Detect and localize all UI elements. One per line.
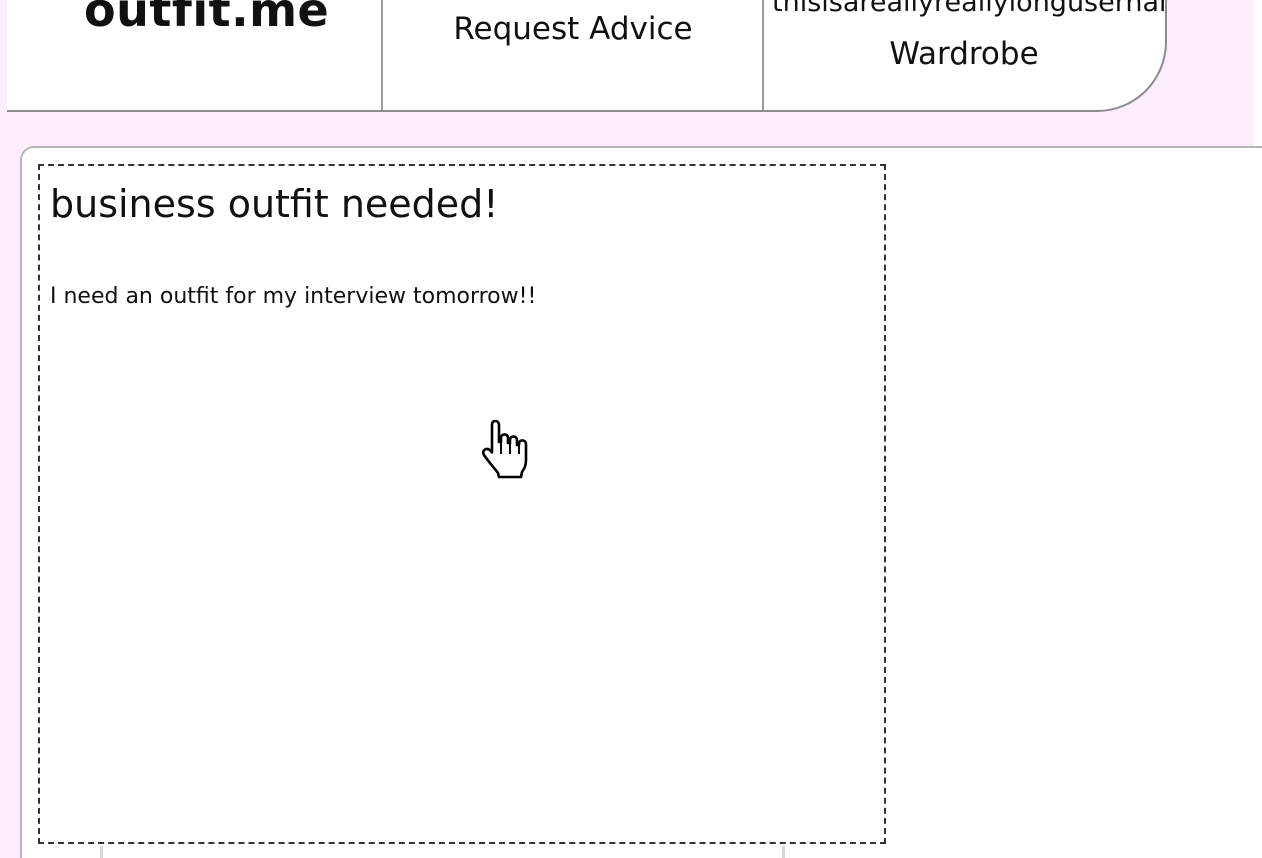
logo-section[interactable]: outfit.me [7, 0, 382, 112]
site-logo[interactable]: outfit.me [84, 0, 329, 40]
wardrobe-tab[interactable]: thisisareallyreallylongusername Wardrobe [764, 0, 1164, 112]
card-edge-mark [100, 846, 103, 858]
request-title: business outfit needed! [50, 182, 499, 226]
username-label: thisisareallyreallylongusername [772, 0, 1164, 18]
page: outfit.me Request Advice thisisareallyre… [0, 0, 1262, 858]
card-edge-mark [782, 846, 785, 858]
request-advice-label: Request Advice [453, 11, 693, 47]
wardrobe-label: Wardrobe [889, 36, 1039, 72]
request-description: I need an outfit for my interview tomorr… [50, 284, 537, 309]
top-navbar: outfit.me Request Advice thisisareallyre… [7, 0, 1167, 112]
advice-request-card[interactable]: business outfit needed! I need an outfit… [38, 164, 886, 844]
request-advice-tab[interactable]: Request Advice [383, 0, 763, 112]
